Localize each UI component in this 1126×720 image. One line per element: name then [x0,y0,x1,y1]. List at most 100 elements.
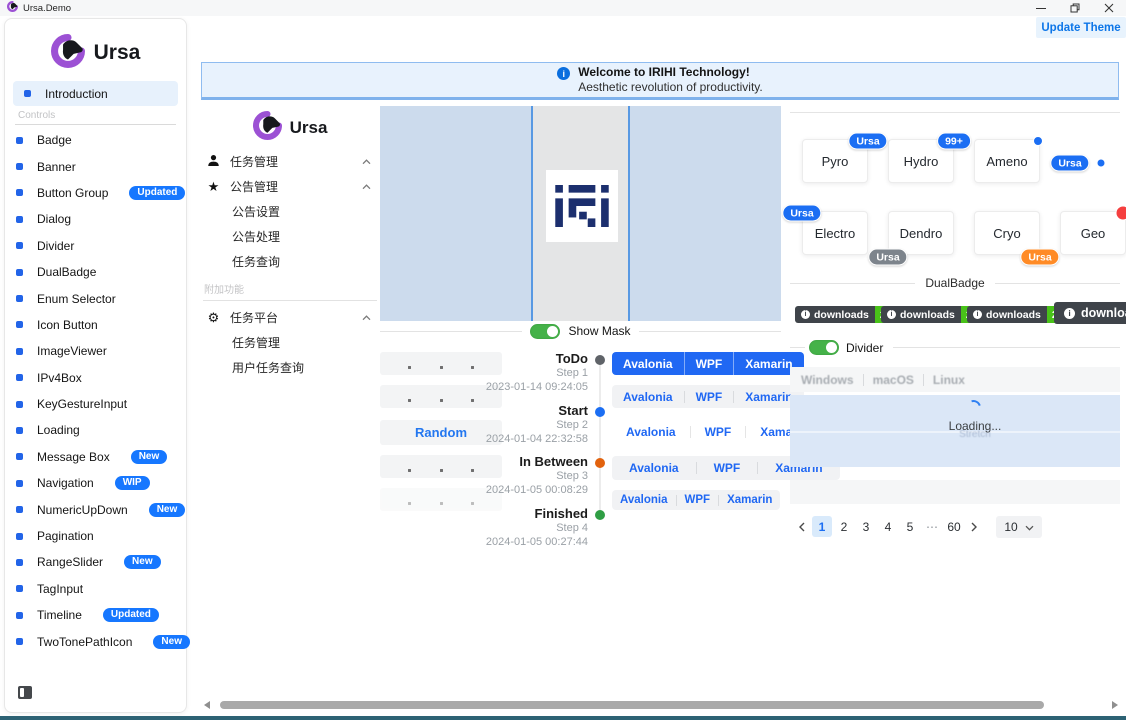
sidebar-item-ipv4box[interactable]: IPv4Box [5,365,186,391]
sidebar-item-dialog[interactable]: Dialog [5,206,186,232]
page-size-value: 10 [1004,520,1017,534]
dual-badge-label-text: downloads [814,309,869,321]
sidebar-item-badge[interactable]: Badge [5,127,186,153]
button-wpf[interactable]: WPF [685,352,734,375]
button-avalonia[interactable]: Avalonia [612,490,676,510]
demo-navigation-menu: 任务管理★公告管理公告设置公告处理任务查询附加功能⚙任务平台任务管理用户任务查询 [201,149,379,380]
button-wpf[interactable]: WPF [691,420,746,443]
page-60[interactable]: 60 [944,516,964,537]
title-bar: Ursa.Demo [0,0,1126,16]
ursa-logo-text: Ursa [94,41,141,65]
pagination: 12345⋯60 10 [794,515,1042,538]
sidebar-item-list: BadgeBannerButton GroupUpdatedDialogDivi… [5,127,186,655]
sidebar-item-rangeslider[interactable]: RangeSliderNew [5,549,186,575]
app-icon [7,0,18,17]
ipv4-dot [440,469,443,472]
star-icon: ★ [206,179,221,194]
sidebar-item-label: KeyGestureInput [37,397,127,411]
page-ellipsis[interactable]: ⋯ [922,516,942,537]
welcome-banner: i Welcome to IRIHI Technology! Aesthetic… [201,62,1119,100]
sidebar-item-imageviewer[interactable]: ImageViewer [5,338,186,364]
banner-message: Aesthetic revolution of productivity. [578,80,763,95]
page-1[interactable]: 1 [812,516,832,537]
sidebar-item-message-box[interactable]: Message BoxNew [5,444,186,470]
badge-pill: Ursa [848,133,887,150]
timeline-time: 2024-01-05 00:27:44 [462,536,588,549]
button-wpf[interactable]: WPF [697,456,758,480]
sidebar-item-introduction[interactable]: Introduction [13,81,178,106]
timeline-entry-finished: FinishedStep 42024-01-05 00:27:44 [462,506,588,549]
menu-item-8[interactable]: 用户任务查询 [201,355,379,380]
empty-bar [790,480,1120,504]
menu-item-2[interactable]: 公告设置 [201,199,379,224]
bullet-icon [16,585,23,592]
menu-item-3[interactable]: 公告处理 [201,224,379,249]
button-wpf[interactable]: WPF [677,490,719,510]
show-mask-toggle[interactable] [530,324,560,339]
status-badge: New [131,450,168,464]
chevron-right-icon[interactable] [966,516,982,537]
sidebar-item-numericupdown[interactable]: NumericUpDownNew [5,496,186,522]
sidebar-item-loading[interactable]: Loading [5,417,186,443]
sidebar-item-icon-button[interactable]: Icon Button [5,312,186,338]
update-theme-button[interactable]: Update Theme [1036,17,1126,38]
sidebar-item-navigation[interactable]: NavigationWIP [5,470,186,496]
window-controls [1024,0,1126,16]
timeline-title: ToDo [462,351,588,366]
dual-badge-label-text: downloads [1081,306,1126,320]
show-mask-row: Show Mask [380,322,781,340]
info-icon: i [1064,308,1075,319]
sidebar-item-label: TagInput [37,582,83,596]
sidebar-item-enum-selector[interactable]: Enum Selector [5,285,186,311]
button-wpf[interactable]: WPF [685,385,734,408]
sidebar-item-timeline[interactable]: TimelineUpdated [5,602,186,628]
sidebar-item-banner[interactable]: Banner [5,153,186,179]
menu-item-7[interactable]: 任务管理 [201,330,379,355]
button-avalonia[interactable]: Avalonia [612,456,696,480]
sidebar-item-twotonepathicon[interactable]: TwoTonePathIconNew [5,628,186,654]
sidebar-collapse-button[interactable] [18,686,32,699]
menu-item-6[interactable]: ⚙任务平台 [201,305,379,330]
bullet-icon [16,137,23,144]
chevron-left-icon[interactable] [794,516,810,537]
close-button[interactable] [1092,0,1126,16]
sidebar-item-button-group[interactable]: Button GroupUpdated [5,180,186,206]
button-xamarin[interactable]: Xamarin [719,490,780,510]
bullet-icon [16,242,23,249]
minimize-button[interactable] [1024,0,1058,16]
timeline-step: Step 1 [462,367,588,380]
page-size-select[interactable]: 10 [996,516,1042,538]
scroll-left-icon[interactable] [204,701,210,709]
maximize-button[interactable] [1058,0,1092,16]
sidebar-item-keygestureinput[interactable]: KeyGestureInput [5,391,186,417]
badge-card-label: Electro [815,226,855,241]
sidebar-item-taginput[interactable]: TagInput [5,576,186,602]
menu-item-label: 任务平台 [230,309,353,326]
sidebar-item-pagination[interactable]: Pagination [5,523,186,549]
divider-line [790,347,805,348]
bullet-icon [24,90,31,97]
page-5[interactable]: 5 [900,516,920,537]
menu-item-0[interactable]: 任务管理 [201,149,379,174]
image-viewer[interactable] [380,106,781,321]
sidebar-item-dualbadge[interactable]: DualBadge [5,259,186,285]
button-avalonia[interactable]: Avalonia [612,352,684,375]
horizontal-scrollbar[interactable] [196,698,1126,712]
menu-item-4[interactable]: 任务查询 [201,249,379,274]
sidebar-item-divider[interactable]: Divider [5,233,186,259]
page-4[interactable]: 4 [878,516,898,537]
info-icon: i [801,310,810,319]
scroll-right-icon[interactable] [1112,701,1118,709]
scrollbar-thumb[interactable] [220,701,1044,709]
menu-item-1[interactable]: ★ 公告管理 [201,174,379,199]
button-avalonia[interactable]: Avalonia [612,420,690,443]
info-icon: i [973,310,982,319]
bullet-icon [16,216,23,223]
button-avalonia[interactable]: Avalonia [612,385,684,408]
divider-toggle[interactable] [809,340,839,355]
bullet-icon [16,480,23,487]
timeline-entry-in-between: In BetweenStep 32024-01-05 00:08:29 [462,454,588,497]
page-3[interactable]: 3 [856,516,876,537]
menu-item-label: 公告管理 [230,178,353,195]
page-2[interactable]: 2 [834,516,854,537]
